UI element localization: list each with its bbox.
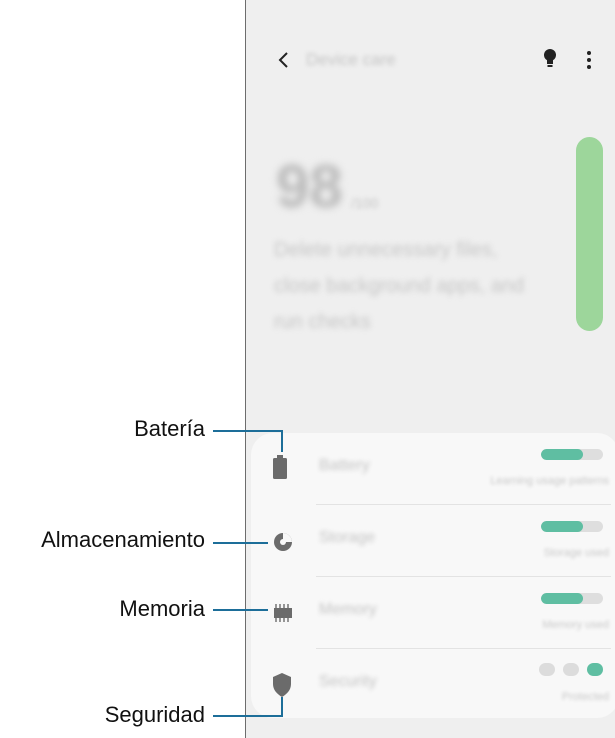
leader-line: [213, 609, 268, 611]
more-vertical-icon[interactable]: [586, 49, 592, 71]
device-score: 98: [276, 153, 343, 220]
shield-icon: [273, 673, 291, 697]
chevron-left-icon[interactable]: [276, 50, 292, 70]
row-title: Security: [319, 673, 377, 690]
callout-storage: Almacenamiento: [41, 527, 205, 552]
leader-line: [213, 430, 283, 432]
security-row[interactable]: Security Protected: [251, 649, 615, 721]
callout-battery: Batería: [134, 416, 205, 441]
row-title: Storage: [319, 529, 376, 546]
app-bar: Device care: [246, 38, 615, 82]
row-title: Memory: [319, 601, 377, 618]
leader-line: [281, 430, 283, 452]
maintenance-card: Battery Learning usage patterns Storage …: [251, 433, 615, 718]
memory-level-bar: [541, 593, 603, 604]
score-description: Delete unnecessary files, close backgrou…: [274, 239, 525, 333]
memory-chip-icon: [274, 604, 292, 622]
row-status: Storage used: [543, 547, 609, 559]
pie-chart-icon: [274, 533, 292, 551]
status-dot-active: [587, 663, 603, 676]
status-dot: [563, 663, 579, 676]
storage-row[interactable]: Storage Storage used: [251, 505, 615, 577]
lightbulb-icon[interactable]: [543, 47, 557, 71]
battery-row[interactable]: Battery Learning usage patterns: [251, 433, 615, 505]
leader-line: [281, 697, 283, 717]
row-status: Memory used: [542, 619, 609, 631]
battery-level-bar: [541, 449, 603, 460]
callout-memory: Memoria: [119, 596, 205, 621]
row-status: Learning usage patterns: [490, 475, 609, 487]
callout-security: Seguridad: [104, 702, 205, 727]
score-indicator-bar: [576, 137, 603, 331]
leader-line: [213, 715, 283, 717]
device-care-screen: Device care 98 /100 Delete unnecessary f…: [245, 0, 615, 738]
security-status-dots: [539, 663, 609, 677]
memory-row[interactable]: Memory Memory used: [251, 577, 615, 649]
score-unit: /100: [351, 195, 379, 211]
page-title: Device care: [306, 50, 396, 69]
row-status: Protected: [561, 691, 609, 703]
battery-icon: [273, 455, 287, 479]
status-dot: [539, 663, 555, 676]
leader-line: [213, 542, 268, 544]
row-title: Battery: [319, 457, 370, 474]
storage-level-bar: [541, 521, 603, 532]
